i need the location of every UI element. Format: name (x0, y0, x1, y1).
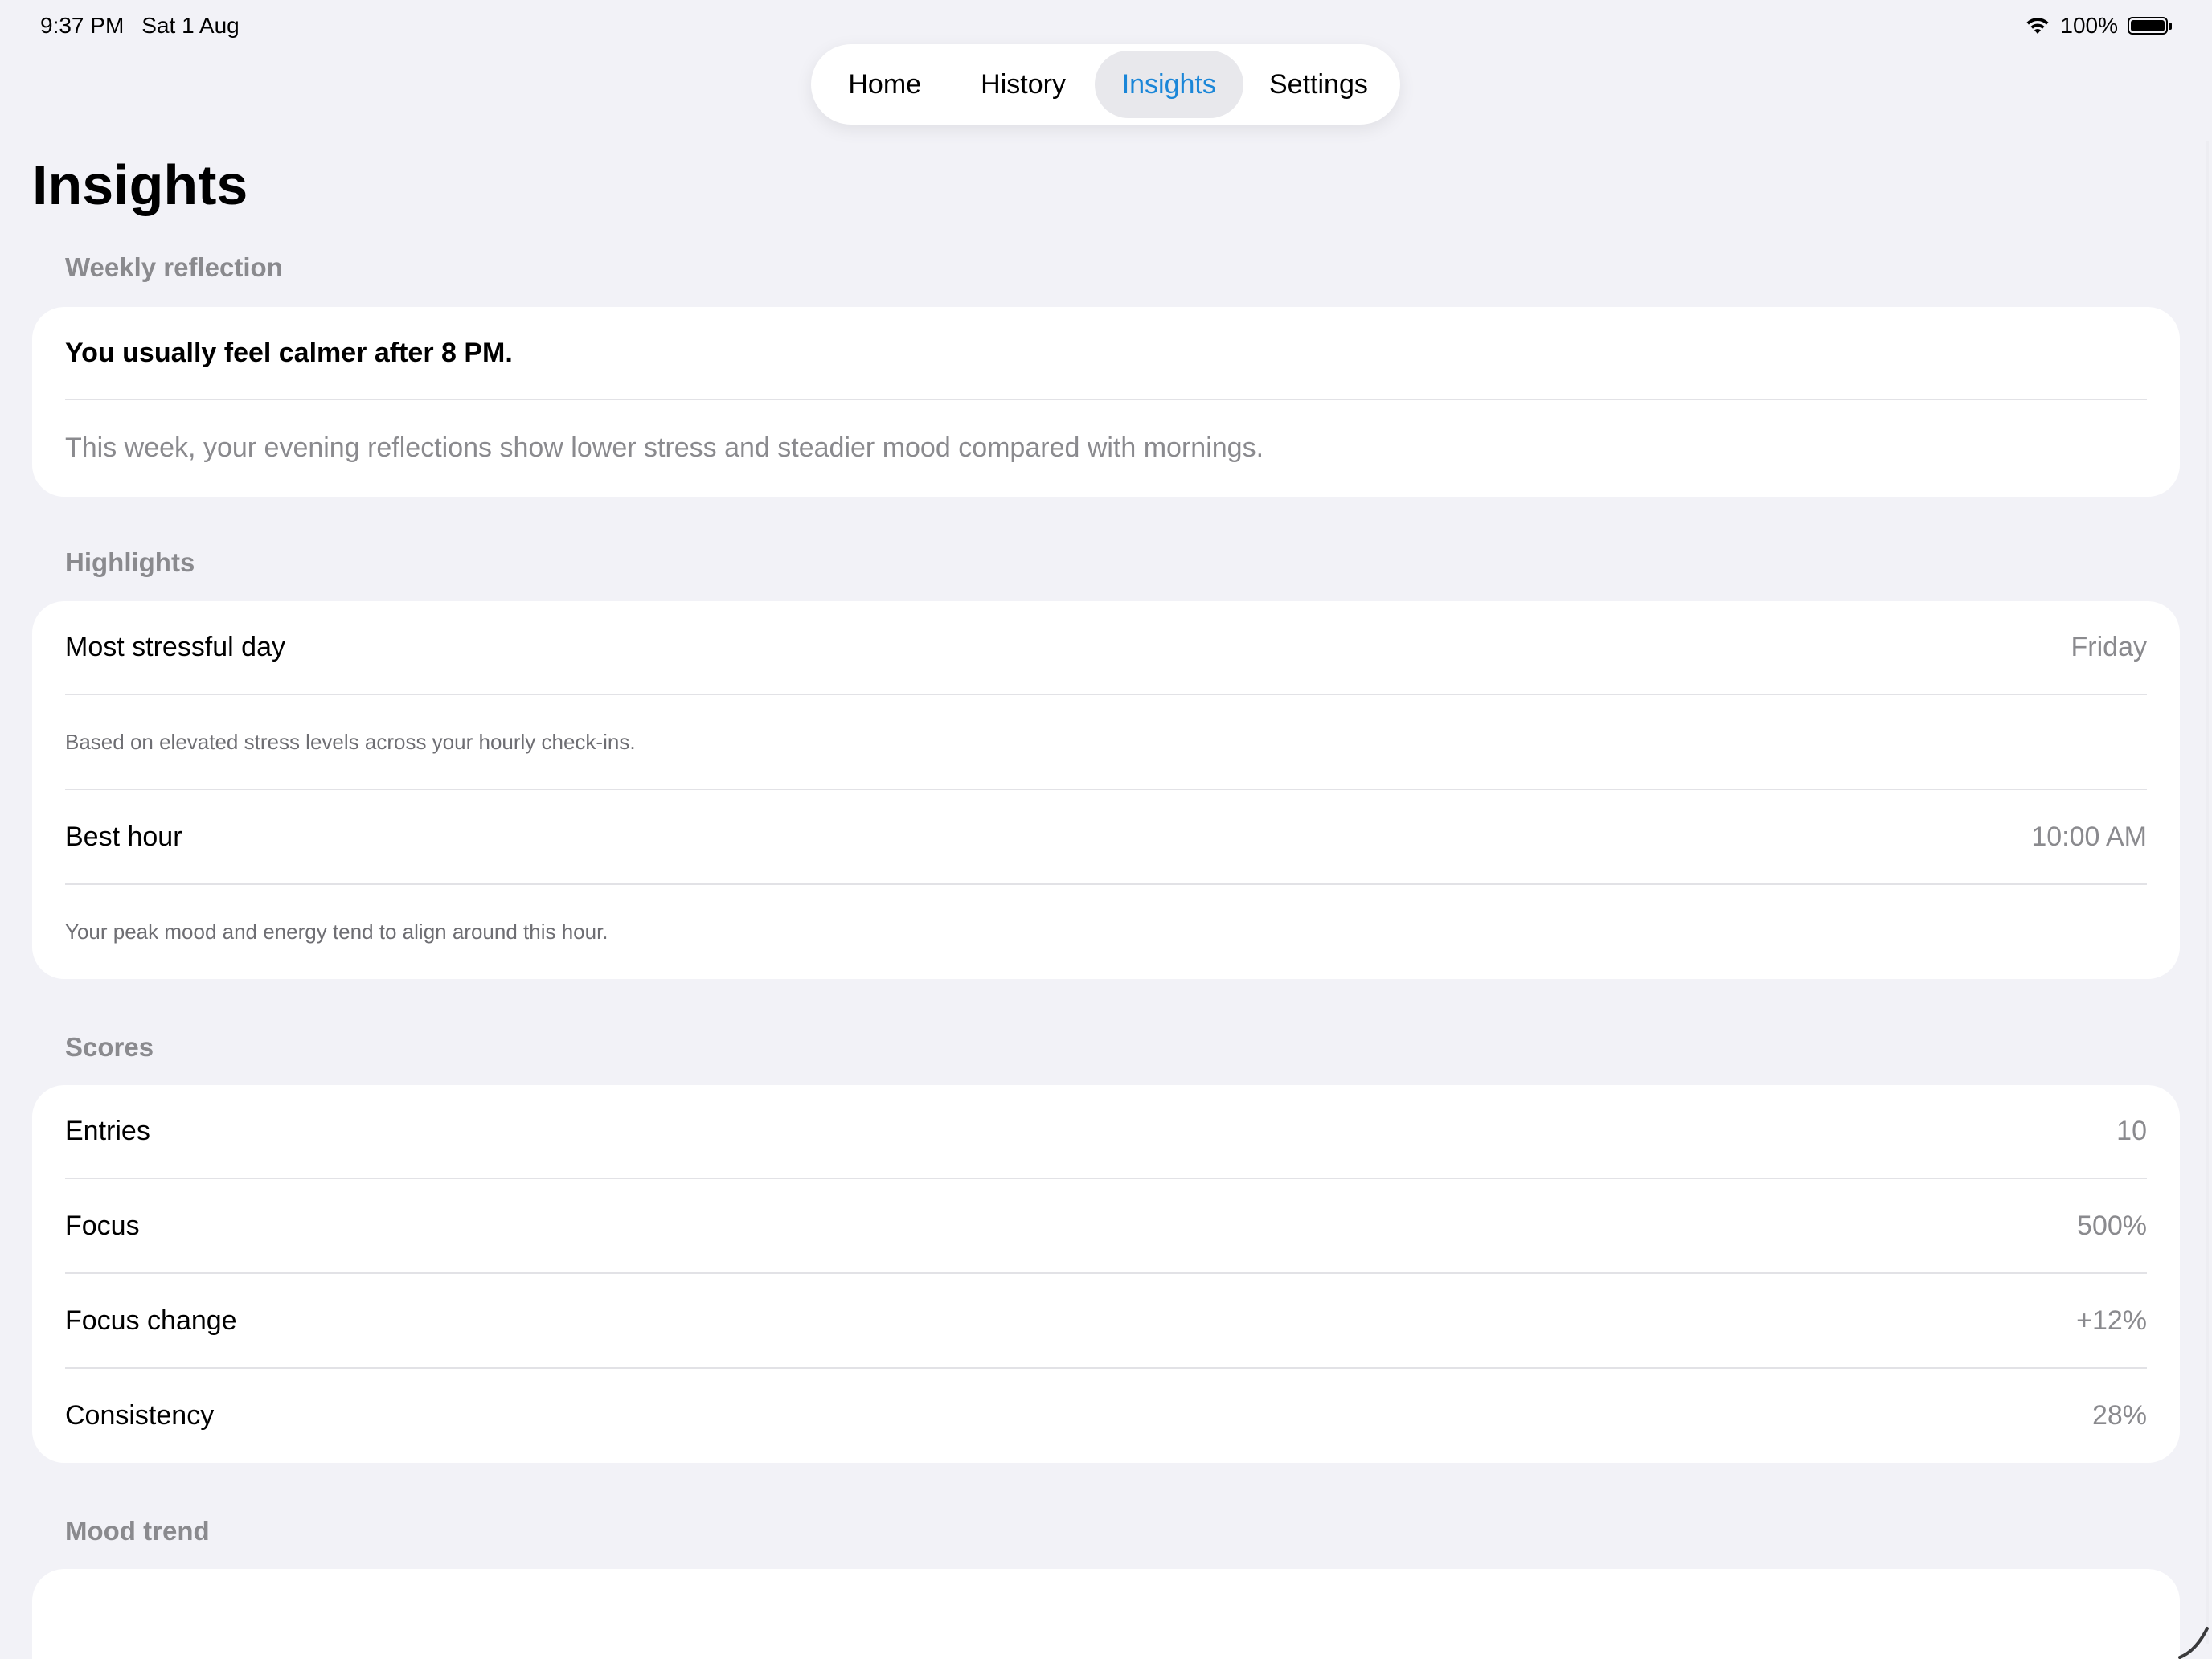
score-row-focus-change: Focus change +12% (65, 1274, 2147, 1369)
most-stressful-note-row: Based on elevated stress levels across y… (65, 695, 2147, 790)
mood-trend-card (32, 1569, 2180, 1659)
battery-cap (2169, 22, 2172, 30)
score-label-focus: Focus (65, 1210, 140, 1241)
battery-percentage: 100% (2060, 13, 2118, 38)
tab-history[interactable]: History (952, 51, 1094, 118)
highlights-card: Most stressful day Friday Based on eleva… (32, 601, 2180, 979)
score-label-entries: Entries (65, 1116, 150, 1146)
score-value-focus-change: +12% (2076, 1305, 2147, 1336)
status-time: 9:37 PM (40, 13, 125, 38)
section-label-scores: Scores (65, 1032, 154, 1062)
resize-handle-icon[interactable] (2164, 1611, 2212, 1659)
score-value-entries: 10 (2116, 1116, 2147, 1146)
scroll-indicator[interactable] (2206, 141, 2209, 1644)
reflection-headline-row: You usually feel calmer after 8 PM. (65, 307, 2147, 400)
most-stressful-note: Based on elevated stress levels across y… (65, 729, 636, 754)
reflection-headline: You usually feel calmer after 8 PM. (65, 337, 513, 368)
reflection-body-row: This week, your evening reflections show… (65, 400, 2147, 495)
status-date: Sat 1 Aug (141, 13, 240, 38)
score-label-focus-change: Focus change (65, 1305, 237, 1336)
battery-fill (2131, 20, 2165, 31)
score-label-consistency: Consistency (65, 1400, 215, 1431)
reflection-body: This week, your evening reflections show… (65, 432, 1264, 463)
most-stressful-row: Most stressful day Friday (65, 601, 2147, 695)
section-label-weekly-reflection: Weekly reflection (65, 252, 283, 282)
score-value-focus: 500% (2077, 1210, 2147, 1241)
weekly-reflection-card: You usually feel calmer after 8 PM. This… (32, 307, 2180, 497)
score-row-focus: Focus 500% (65, 1179, 2147, 1274)
top-tab-bar: Home History Insights Settings (811, 44, 1400, 125)
score-row-entries: Entries 10 (65, 1085, 2147, 1179)
status-left: 9:37 PM Sat 1 Aug (40, 13, 240, 39)
battery-icon (2128, 17, 2172, 35)
scores-card: Entries 10 Focus 500% Focus change +12% … (32, 1085, 2180, 1463)
tab-home[interactable]: Home (817, 51, 952, 118)
battery-body (2128, 17, 2168, 35)
page-title: Insights (32, 154, 248, 216)
section-label-highlights: Highlights (65, 547, 195, 577)
best-hour-note: Your peak mood and energy tend to align … (65, 920, 608, 944)
status-right: 100% (2025, 13, 2172, 39)
best-hour-note-row: Your peak mood and energy tend to align … (65, 885, 2147, 979)
best-hour-label: Best hour (65, 821, 182, 852)
most-stressful-label: Most stressful day (65, 632, 285, 662)
score-value-consistency: 28% (2091, 1400, 2147, 1431)
tab-insights[interactable]: Insights (1094, 51, 1243, 118)
best-hour-row: Best hour 10:00 AM (65, 790, 2147, 885)
wifi-icon (2026, 18, 2049, 34)
section-label-mood-trend: Mood trend (65, 1516, 210, 1546)
score-row-consistency: Consistency 28% (65, 1369, 2147, 1463)
best-hour-value: 10:00 AM (2031, 821, 2147, 852)
tab-settings[interactable]: Settings (1243, 51, 1394, 118)
most-stressful-value: Friday (2071, 632, 2147, 662)
